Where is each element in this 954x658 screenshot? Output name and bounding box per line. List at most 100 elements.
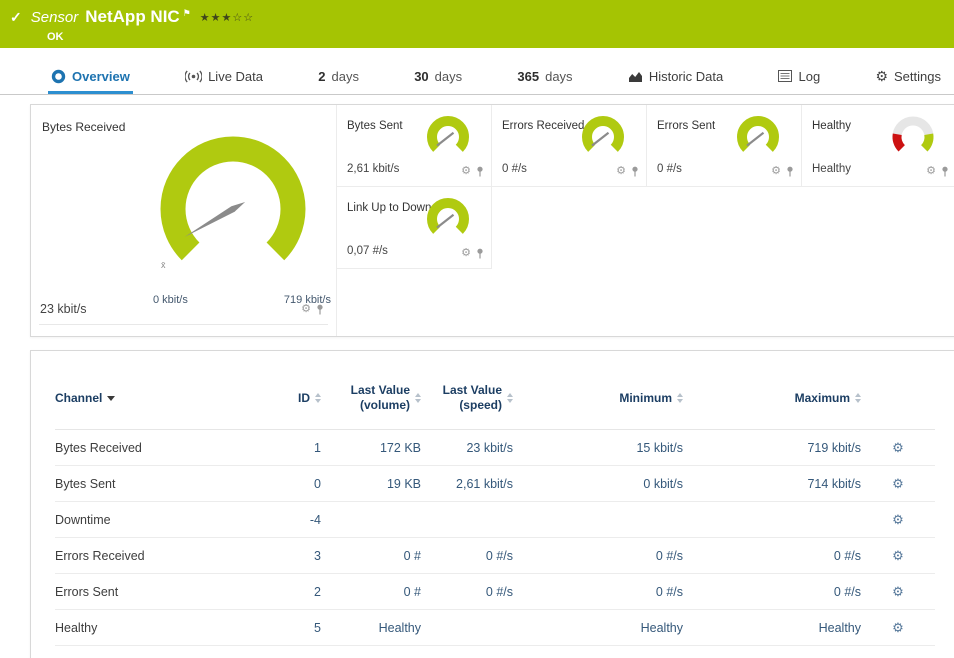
channel-id: 5 <box>259 610 321 646</box>
sort-icon <box>315 393 321 403</box>
tab-2-days[interactable]: 2 days <box>315 61 362 94</box>
gauge-errors-sent: Errors Sent 0 #/s ⚙ <box>647 105 802 187</box>
channel-settings-button[interactable]: ⚙ <box>892 548 904 563</box>
tab-30-days[interactable]: 30 days <box>411 61 465 94</box>
gauge-link-up-to-down: Link Up to Down 0,07 #/s ⚙ <box>337 187 492 269</box>
gauge-value: 0 #/s <box>657 163 682 175</box>
channel-minimum: 0,04 #/s <box>513 646 683 658</box>
channel-settings-button[interactable]: ⚙ <box>892 584 904 599</box>
gauge-arc <box>587 121 619 148</box>
gauge-pin-button[interactable] <box>316 304 324 315</box>
column-header-maximum[interactable]: Maximum <box>683 371 861 430</box>
tab-settings[interactable]: ⚙ Settings <box>872 61 944 94</box>
gauge-settings-button[interactable]: ⚙ <box>771 166 781 177</box>
gauge-pin-button[interactable] <box>786 166 794 177</box>
tab-historic-data-label: Historic Data <box>649 69 723 84</box>
channel-minimum: Healthy <box>513 610 683 646</box>
channel-id: 4 <box>259 646 321 658</box>
channel-name: Bytes Received <box>55 430 259 466</box>
gauge-needle <box>437 215 454 228</box>
channel-last-value-speed: 23 kbit/s <box>421 430 513 466</box>
star-icon-filled[interactable]: ★ <box>200 12 211 24</box>
errors-received-gauge <box>576 114 630 162</box>
bytes-received-gauge: x̄ <box>143 127 323 295</box>
gauge-settings-button[interactable]: ⚙ <box>616 166 626 177</box>
column-sublabel: (speed) <box>459 398 502 413</box>
tab-live-data[interactable]: Live Data <box>182 61 266 94</box>
gauge-pin-button[interactable] <box>631 166 639 177</box>
channel-maximum <box>683 502 861 538</box>
gauge-title: Healthy <box>812 120 851 132</box>
gauge-healthy: Healthy Healthy ⚙ <box>802 105 954 187</box>
channel-last-value-speed: 0 #/s <box>421 538 513 574</box>
column-label: Channel <box>55 391 102 405</box>
gauge-settings-button[interactable]: ⚙ <box>301 304 311 315</box>
column-sublabel: (volume) <box>360 398 410 413</box>
gauge-pin-button[interactable] <box>941 166 949 177</box>
sensor-status: OK <box>47 31 944 43</box>
priority-rating[interactable]: ★★★☆☆ <box>200 11 254 24</box>
pin-icon <box>316 304 324 315</box>
gauge-settings-button[interactable]: ⚙ <box>926 166 936 177</box>
gauges-panel: Bytes Received x̄ 0 kbit/s 719 kbit/s 23… <box>30 104 954 337</box>
column-header-last-value-speed[interactable]: Last Value(speed) <box>421 371 513 430</box>
channel-last-value-volume: 172 KB <box>321 430 421 466</box>
column-header-minimum[interactable]: Minimum <box>513 371 683 430</box>
tab-overview[interactable]: Overview <box>48 61 133 94</box>
star-icon-filled[interactable]: ★ <box>211 12 222 24</box>
channel-last-value-speed: 2,61 kbit/s <box>421 466 513 502</box>
channel-settings-button[interactable]: ⚙ <box>892 620 904 635</box>
gauge-pin-button[interactable] <box>476 166 484 177</box>
tab-log[interactable]: Log <box>775 61 823 94</box>
empty-cell <box>802 187 954 269</box>
star-icon-filled[interactable]: ★ <box>222 12 233 24</box>
pin-icon <box>631 166 639 177</box>
gauge-title: Bytes Sent <box>347 120 403 132</box>
star-icon-empty[interactable]: ☆ <box>243 12 254 24</box>
channel-settings-button[interactable]: ⚙ <box>892 440 904 455</box>
channel-id: 3 <box>259 538 321 574</box>
gauge-settings-button[interactable]: ⚙ <box>461 248 471 259</box>
table-header-row: Channel ID Last Value(volume) Last Value… <box>55 371 935 430</box>
column-header-actions <box>861 371 935 430</box>
channel-row-downtime: Downtime -4 ⚙ <box>55 502 935 538</box>
tab-historic-data[interactable]: Historic Data <box>625 61 726 94</box>
tab-live-data-label: Live Data <box>208 69 263 84</box>
divider <box>39 324 328 325</box>
channel-minimum <box>513 502 683 538</box>
tab-365-days-number: 365 <box>517 69 539 84</box>
tab-365-days[interactable]: 365 days <box>514 61 575 94</box>
column-header-channel[interactable]: Channel <box>55 371 259 430</box>
pin-icon <box>476 248 484 259</box>
channel-settings-button[interactable]: ⚙ <box>892 476 904 491</box>
sort-icon <box>507 393 513 403</box>
gauge-arc <box>742 121 774 148</box>
tab-30-days-number: 30 <box>414 69 428 84</box>
empty-cell <box>647 187 802 269</box>
gauge-value: Healthy <box>812 163 851 175</box>
tab-bar: Overview Live Data 2 days 30 days 365 da… <box>0 61 954 95</box>
channel-maximum: 0 #/s <box>683 574 861 610</box>
star-icon-empty[interactable]: ☆ <box>232 12 243 24</box>
gauge-settings-button[interactable]: ⚙ <box>461 166 471 177</box>
gauge-arc-green <box>924 134 929 148</box>
channel-minimum: 0 #/s <box>513 574 683 610</box>
sensor-type-label: Sensor <box>31 9 79 26</box>
healthy-gauge <box>886 114 940 162</box>
column-label: Minimum <box>619 391 672 405</box>
tab-settings-label: Settings <box>894 69 941 84</box>
channel-last-value-speed <box>421 610 513 646</box>
channel-last-value-speed: 0,07 #/s <box>421 646 513 658</box>
tab-log-label: Log <box>798 69 820 84</box>
channel-row-errors-received: Errors Received 3 0 # 0 #/s 0 #/s 0 #/s … <box>55 538 935 574</box>
tab-365-days-label: days <box>545 69 572 84</box>
channel-id: 0 <box>259 466 321 502</box>
gauge-pin-button[interactable] <box>476 248 484 259</box>
flag-icon: ⚑ <box>183 8 191 19</box>
column-header-last-value-volume[interactable]: Last Value(volume) <box>321 371 421 430</box>
pin-icon <box>941 166 949 177</box>
log-list-icon <box>778 70 792 82</box>
channel-settings-button[interactable]: ⚙ <box>892 512 904 527</box>
column-header-id[interactable]: ID <box>259 371 321 430</box>
column-label: ID <box>298 391 310 405</box>
